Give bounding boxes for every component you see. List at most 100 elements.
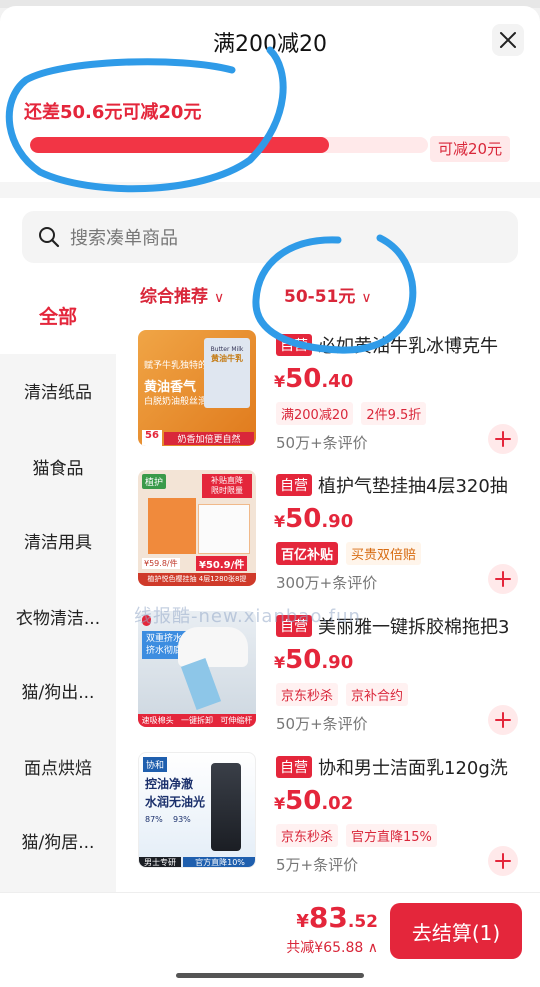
add-to-cart-button[interactable] — [488, 424, 518, 454]
checkout-bar: ¥83.52 共减¥65.88 ∧ 去结算(1) — [0, 892, 540, 987]
sort-label: 综合推荐 — [140, 287, 208, 307]
product-image: 赋予牛乳独特的 黄油香气 白脱奶油般丝滑 Butter Milk 黄油牛乳 56… — [138, 330, 256, 446]
image-caption: 奶香加倍更自然 — [164, 432, 254, 445]
checkout-button[interactable]: 去结算(1) — [390, 903, 522, 959]
plus-icon — [495, 571, 511, 587]
product-tube — [211, 763, 241, 851]
search-input[interactable]: 搜索凑单商品 — [22, 211, 518, 263]
product-price: ¥50.90 — [274, 504, 353, 534]
price-integer: 50 — [285, 504, 322, 534]
price-integer: 50 — [285, 364, 322, 394]
price-integer: 83 — [308, 901, 348, 934]
image-logo: 植护 — [142, 474, 167, 489]
image-caption: 白脱奶油般丝滑 — [144, 397, 208, 407]
image-caption: 植护悦色樱挂抽 4层1280张8提 — [138, 573, 256, 586]
product-image: 植护 补贴直降 限时限量 ¥59.8/件 ¥50.9/件 植护悦色樱挂抽 4层12… — [138, 470, 256, 586]
search-icon — [39, 227, 60, 248]
review-count: 50万+条评价 — [276, 715, 368, 733]
price-decimal: .40 — [321, 371, 354, 392]
price-integer: 50 — [285, 645, 322, 675]
product-title: 自营 植护气垫挂抽4层320抽 — [276, 472, 526, 498]
price-range-dropdown[interactable]: 50-51元 ∨ — [284, 282, 372, 307]
sidebar-item-cat-food[interactable]: 猫食品 — [0, 454, 116, 479]
plus-icon — [495, 712, 511, 728]
self-operated-badge: 自营 — [276, 334, 312, 356]
self-operated-badge: 自营 — [276, 756, 312, 778]
review-count: 300万+条评价 — [276, 574, 378, 592]
product-name: 必如黄油牛乳冰博克牛 — [318, 336, 498, 357]
guarantee-tag: 买贵双倍赔 — [346, 542, 422, 565]
sidebar-item-pet-outdoor[interactable]: 猫/狗出... — [0, 678, 116, 703]
image-badge: 56 — [142, 430, 162, 446]
sidebar-item-paper[interactable]: 清洁纸品 — [0, 378, 116, 403]
remain-amount-text: 还差50.6元可减20元 — [24, 102, 202, 123]
image-caption: 87% — [145, 815, 163, 824]
price-range-label: 50-51元 — [284, 287, 356, 307]
price-currency: ¥ — [274, 794, 286, 813]
product-image: 协和 控油净澈 水润无油光 87% 93% 男士专研 官方直降10% — [138, 752, 256, 868]
review-count: 50万+条评价 — [276, 434, 368, 452]
price-currency: ¥ — [274, 653, 286, 672]
price-decimal: .90 — [321, 511, 354, 532]
review-count: 5万+条评价 — [276, 856, 359, 874]
sort-dropdown[interactable]: 综合推荐 ∨ — [140, 282, 224, 307]
image-caption-line: 补贴直降 — [211, 476, 243, 485]
tissue-pack — [148, 498, 196, 554]
product-card[interactable]: 植护 补贴直降 限时限量 ¥59.8/件 ¥50.9/件 植护悦色樱挂抽 4层12… — [116, 470, 540, 610]
product-title: 自营 协和男士洁面乳120g洗 — [276, 754, 526, 780]
promo-tag: 2件9.5折 — [361, 402, 427, 425]
product-name: 协和男士洁面乳120g洗 — [318, 758, 508, 779]
price-decimal: .02 — [321, 793, 354, 814]
promo-tag: 官方直降15% — [346, 824, 437, 847]
promo-tag: 京东秒杀 — [276, 683, 339, 706]
subsidy-tag: 百亿补贴 — [276, 542, 339, 565]
image-caption: 黄油牛乳 — [211, 354, 243, 363]
sidebar-item-laundry[interactable]: 衣物清洁... — [0, 604, 116, 629]
promo-tag: 满200减20 — [276, 402, 354, 425]
reward-tag: 可减20元 — [430, 136, 511, 162]
image-caption-line: 速吸棉头 — [141, 716, 174, 725]
add-to-cart-button[interactable] — [488, 564, 518, 594]
price-currency: ¥ — [274, 512, 286, 531]
category-sidebar: 全部 清洁纸品 猫食品 清洁用具 衣物清洁... 猫/狗出... 面点烘焙 猫/… — [0, 280, 116, 900]
watermark: 线报酷-new.xianbao.fun — [134, 606, 361, 627]
chevron-down-icon: ∨ — [361, 290, 372, 306]
product-card[interactable]: 双重挤水 挤水彻底 速吸棉头 一键拆卸 可伸缩杆 自营 美丽雅一键拆胶棉拖把3 ¥5… — [116, 611, 540, 751]
sidebar-item-cleaning-tools[interactable]: 清洁用具 — [0, 528, 116, 553]
promo-tag: 京东秒杀 — [276, 824, 339, 847]
image-caption: 补贴直降 限时限量 — [202, 474, 252, 498]
product-card[interactable]: 赋予牛乳独特的 黄油香气 白脱奶油般丝滑 Butter Milk 黄油牛乳 56… — [116, 330, 540, 470]
close-icon — [500, 32, 516, 48]
self-operated-badge: 自营 — [276, 474, 312, 496]
search-placeholder: 搜索凑单商品 — [70, 228, 178, 249]
image-caption: 官方直降10% — [183, 857, 255, 867]
total-price: ¥83.52 — [296, 901, 378, 934]
sheet-title: 满200减20 — [213, 32, 327, 57]
product-price: ¥50.90 — [274, 645, 353, 675]
chevron-down-icon: ∨ — [214, 290, 225, 306]
product-card[interactable]: 协和 控油净澈 水润无油光 87% 93% 男士专研 官方直降10% 自营 协和男… — [116, 752, 540, 892]
product-tags: 京东秒杀 京补合约 — [276, 683, 409, 706]
add-to-cart-button[interactable] — [488, 705, 518, 735]
chevron-up-icon: ∧ — [367, 940, 378, 956]
price-currency: ¥ — [274, 372, 286, 391]
bundle-sheet: 满200减20 还差50.6元可减20元 可减20元 搜索凑单商品 全部 清洁纸… — [0, 6, 540, 987]
image-caption-line: 挤水彻底 — [145, 646, 182, 656]
sidebar-item-all[interactable]: 全部 — [0, 280, 116, 354]
promo-progress — [30, 137, 428, 153]
image-caption-line: 双重挤水 — [145, 634, 182, 644]
sidebar-item-baking[interactable]: 面点烘焙 — [0, 754, 116, 779]
sidebar-item-pet-home[interactable]: 猫/狗居... — [0, 828, 116, 853]
plus-icon — [495, 431, 511, 447]
plus-icon — [495, 853, 511, 869]
close-button[interactable] — [492, 24, 524, 56]
add-to-cart-button[interactable] — [488, 846, 518, 876]
price-decimal: .90 — [321, 652, 354, 673]
product-name: 植护气垫挂抽4层320抽 — [318, 476, 508, 497]
product-tags: 满200减20 2件9.5折 — [276, 402, 427, 425]
discount-details-toggle[interactable]: 共减¥65.88 ∧ — [286, 937, 378, 957]
image-caption: Butter Milk — [210, 346, 244, 353]
image-caption: 速吸棉头 一键拆卸 可伸缩杆 — [138, 714, 256, 727]
product-tags: 百亿补贴 买贵双倍赔 — [276, 542, 422, 565]
product-title: 自营 必如黄油牛乳冰博克牛 — [276, 332, 526, 358]
